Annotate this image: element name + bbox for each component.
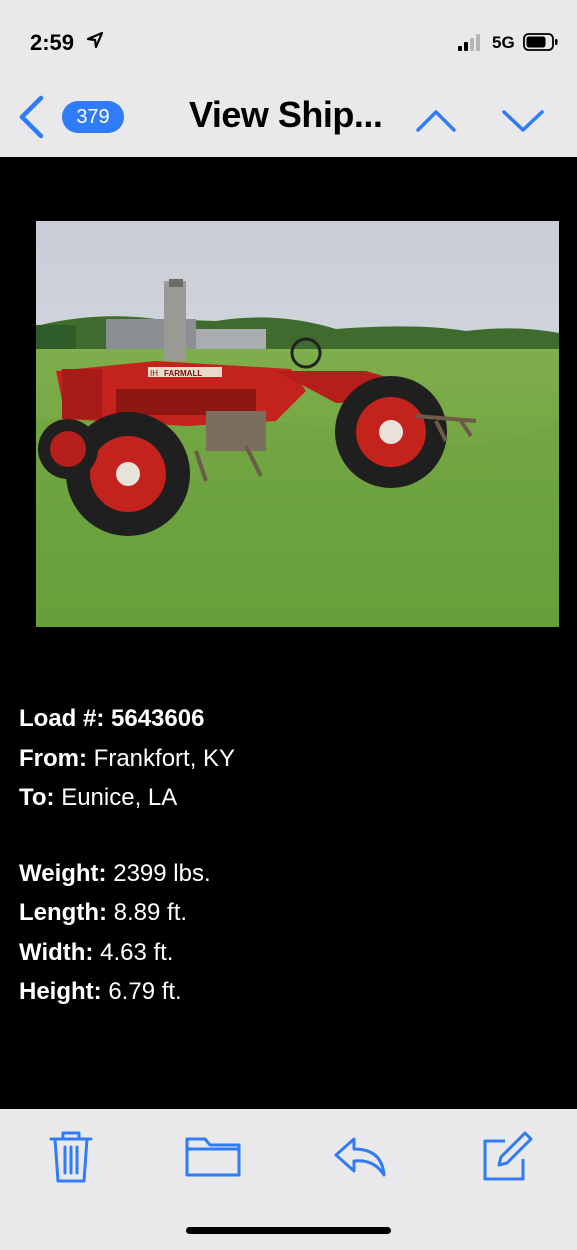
load-number-label: Load #:	[19, 705, 105, 732]
length-value: 8.89 ft.	[113, 899, 188, 926]
length-row: Length: 8.89 ft.	[19, 898, 235, 938]
location-arrow-icon	[86, 31, 104, 49]
destination-label: To:	[19, 784, 55, 811]
reply-icon[interactable]	[330, 1127, 390, 1187]
cellular-signal-icon	[458, 33, 486, 51]
folder-icon[interactable]	[183, 1127, 243, 1187]
origin-label: From:	[19, 744, 87, 772]
page-title: View Ship...	[189, 94, 383, 135]
home-indicator[interactable]	[186, 1227, 391, 1234]
shipment-details: Load #: 5643606 From: Frankfort, KY To: …	[19, 704, 235, 1017]
bottom-toolbar	[0, 1109, 577, 1250]
weight-label: Weight:	[19, 859, 107, 887]
unread-count-badge[interactable]: 379	[62, 101, 124, 133]
status-bar: 2:59 5G	[0, 0, 577, 82]
decal-logo: IH	[150, 369, 158, 378]
height-row: Height: 6.79 ft.	[19, 977, 235, 1017]
destination-value: Eunice, LA	[61, 784, 178, 811]
chevron-up-icon[interactable]	[414, 104, 458, 136]
status-time: 2:59	[30, 30, 75, 55]
height-value: 6.79 ft.	[108, 978, 182, 1005]
load-number-row: Load #: 5643606	[19, 704, 235, 744]
weight-row: Weight: 2399 lbs.	[19, 859, 235, 899]
destination-row: To: Eunice, LA	[19, 783, 235, 823]
length-label: Length:	[19, 899, 107, 926]
origin-row: From: Frankfort, KY	[19, 744, 235, 784]
width-row: Width: 4.63 ft.	[19, 938, 235, 978]
compose-icon[interactable]	[475, 1127, 535, 1187]
weight-value: 2399 lbs.	[113, 859, 211, 887]
chevron-down-icon[interactable]	[500, 104, 546, 136]
load-number-value: 5643606	[111, 705, 205, 732]
height-label: Height:	[19, 978, 102, 1005]
trash-icon[interactable]	[41, 1127, 101, 1187]
navigation-bar: 379 View Ship...	[0, 82, 577, 157]
network-type: 5G	[492, 33, 515, 52]
battery-icon	[523, 33, 558, 51]
decal-text: FARMALL	[164, 369, 202, 378]
tractor-photo: IH FARMALL	[36, 221, 559, 627]
width-label: Width:	[19, 938, 94, 966]
chevron-left-icon[interactable]	[14, 94, 48, 140]
origin-value: Frankfort, KY	[93, 744, 236, 772]
width-value: 4.63 ft.	[100, 938, 174, 966]
